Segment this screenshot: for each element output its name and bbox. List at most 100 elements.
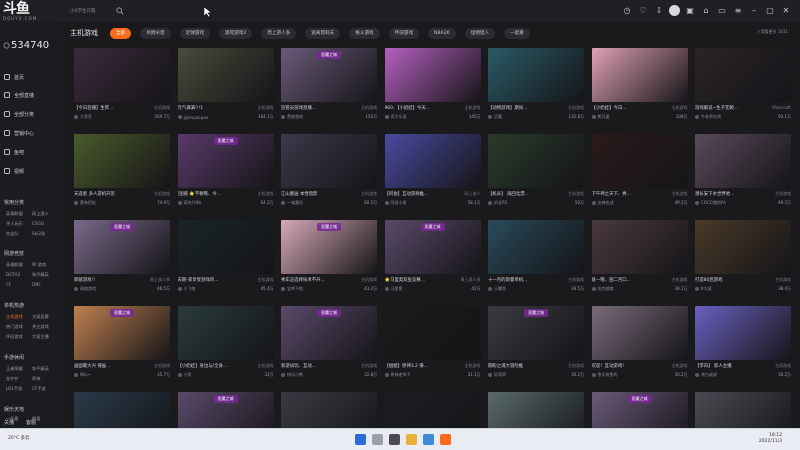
streamer[interactable]: 坦克娘娘 [591, 286, 614, 292]
streamer[interactable]: 奇才乐语 [384, 114, 407, 120]
file-explorer-icon[interactable] [406, 434, 417, 445]
sidebar-item-fishbar[interactable]: 鱼吧 [4, 147, 24, 157]
stream-title[interactable]: 监管员游戏直播... [281, 105, 316, 111]
stream-thumbnail[interactable] [281, 134, 377, 188]
group-title[interactable]: 网游竞技 [4, 250, 24, 257]
streamer[interactable]: 小伊 [177, 372, 192, 378]
system-clock[interactable]: 18:12 2022/11/3 [759, 433, 782, 445]
stream-thumbnail[interactable]: 恶魔之城 [177, 134, 274, 188]
category-tag[interactable]: 主机游戏 [672, 105, 688, 111]
stream-card[interactable]: 恶魔之城 期盼之魂大冒险推 主机游戏 好哥哥 30.2万 [488, 306, 584, 385]
category-tag[interactable]: 主机游戏 [568, 363, 584, 369]
category-tag[interactable]: 网上游人多 [150, 277, 170, 283]
sub-item-active[interactable]: 主机游戏 [6, 314, 32, 320]
stream-card[interactable]: 游戏解说~生子无赖... Minecraft 牛老师在线 93.1万 [695, 48, 791, 127]
stream-card[interactable]: 欢迎！互动游戏! 主机游戏 鱼乐有鱼的 30.2万 [591, 306, 688, 385]
stream-title[interactable]: 游戏解说~生子无赖... [695, 105, 738, 111]
stream-card[interactable]: 恶魔之城 ⭐马里奥双鱼竞赛... 周上游人多 马里奥 42万 [384, 220, 481, 299]
category-tag[interactable]: 主机游戏 [258, 191, 274, 197]
stream-card[interactable]: 【小奶娃】今日... 主机游戏 熊可爱 108万 [591, 48, 688, 127]
stream-thumbnail[interactable] [591, 306, 688, 360]
stream-thumbnail[interactable] [384, 134, 481, 188]
stream-thumbnail[interactable] [488, 48, 584, 102]
stream-thumbnail[interactable] [177, 306, 274, 360]
search-icon[interactable] [116, 7, 124, 15]
stream-thumbnail[interactable] [177, 220, 274, 274]
stream-title[interactable]: 新献游戏!! [74, 277, 95, 283]
stream-title[interactable]: 【李白】 新人主播 [695, 363, 732, 369]
stream-title[interactable]: 江山墨画 本性暗影 [281, 191, 318, 197]
stream-thumbnail[interactable] [177, 48, 274, 102]
stream-thumbnail[interactable] [74, 134, 170, 188]
category-tag[interactable]: 主机游戏 [568, 105, 584, 111]
tab-category[interactable]: 怪物猎人 [464, 27, 496, 39]
tab-category[interactable]: 怀旧游戏 [388, 27, 420, 39]
maximize-icon[interactable]: ▢ [764, 4, 776, 16]
stream-card[interactable]: 恶魔之城 秀车应选择技术不开... 主机游戏 宝鸡下航 43.2万 [281, 220, 377, 299]
streamer[interactable]: 啊lu~ [74, 372, 91, 378]
sub-item[interactable]: 文娱竞赛 [32, 314, 58, 320]
douyu-taskbar-icon[interactable] [440, 434, 451, 445]
stream-thumbnail[interactable]: 恶魔之城 [384, 220, 481, 274]
streamer[interactable]: 沉寞 [488, 114, 502, 120]
stream-thumbnail[interactable]: 恶魔之城 [281, 220, 377, 274]
windows-start-icon[interactable] [355, 434, 366, 445]
stream-title[interactable]: 960、【小奶娃】今天... [385, 105, 431, 111]
stream-title[interactable]: 【机长】 再回北漂... [488, 191, 529, 197]
stream-card[interactable]: 江山墨画 本性暗影 主机游戏 一笔墨风 60.5万 [281, 134, 377, 213]
stream-title[interactable]: 天选者 多人游机开荒 [74, 191, 115, 197]
stream-title[interactable]: 画面暖大兴 帰画... [74, 363, 110, 369]
streamer[interactable]: 快乐小鸭 [281, 372, 303, 378]
support-button[interactable]: 客服 [26, 419, 36, 426]
sub-item[interactable]: 英雄联盟 [6, 262, 32, 268]
streamer[interactable]: 阿伯小哥 [384, 200, 407, 206]
sub-item[interactable]: 交友队 [6, 231, 32, 237]
edge-icon[interactable] [423, 434, 434, 445]
shirt-icon[interactable]: ⌂ [700, 4, 712, 16]
stream-card[interactable]: 下午神之天下、秀... 主机游戏 出神也战 49.2万 [591, 134, 688, 213]
streamer[interactable]: pjzmpaopao [177, 115, 208, 120]
sub-item[interactable]: 和平精英 [32, 366, 58, 372]
stream-thumbnail[interactable]: 恶魔之城 [74, 220, 170, 274]
group-title[interactable]: 常用分类 [4, 199, 24, 206]
category-tag[interactable]: 主机游戏 [361, 277, 377, 283]
group-title[interactable]: 娱乐天地 [4, 406, 24, 413]
stream-title[interactable]: 元气满满!!!1 [178, 105, 204, 111]
sub-item[interactable]: 王者荣耀 [6, 366, 32, 372]
stream-thumbnail[interactable] [695, 220, 791, 274]
stream-card[interactable]: 去期-来享受游戏的... 主机游戏 小飞侠 45.4万 [177, 220, 274, 299]
streamer[interactable]: 马里奥 [384, 286, 403, 292]
close-icon[interactable]: ✕ [780, 4, 792, 16]
category-tag[interactable]: 主机游戏 [775, 277, 791, 283]
stream-title[interactable]: 新游试玩、互动... [281, 363, 316, 369]
stream-thumbnail[interactable] [695, 134, 791, 188]
streamer[interactable]: 大发狂 [74, 114, 92, 120]
search-input[interactable]: 小6学生只帮 [70, 8, 95, 14]
streamer[interactable]: 宝鸡下航 [281, 286, 303, 292]
tab-category[interactable]: 黑死游戏2 [218, 27, 253, 39]
sub-item[interactable]: CF手游 [32, 386, 58, 392]
stream-title[interactable]: 【姐姐】原神3.2 帰... [385, 363, 428, 369]
stream-card[interactable]: 【今日首播】生死... 主机游戏 大发狂 269.7万 [74, 48, 170, 127]
stream-card[interactable]: 打造80后游戏 主机游戏 K大叔 38.4万 [695, 220, 791, 299]
stream-title[interactable]: 期盼之魂大冒险推 [488, 363, 523, 369]
stream-title[interactable]: 欢迎！互动游戏! [592, 363, 625, 369]
category-tag[interactable]: 周上游人多 [461, 277, 481, 283]
stream-card[interactable]: 恶魔之城 监管员游戏直播... 主机游戏 黑夜游戏 150万 [281, 48, 377, 127]
tab-category[interactable]: 逃离塔科夫 [305, 27, 341, 39]
stream-title[interactable]: ⭐马里奥双鱼竞赛... [385, 277, 425, 283]
sub-item[interactable]: 关注游戏 [32, 324, 58, 330]
tab-category[interactable]: 足球游戏 [179, 27, 210, 39]
category-tag[interactable]: 主机游戏 [775, 191, 791, 197]
streamer[interactable]: 李白叔叔 [695, 372, 717, 378]
sub-item[interactable]: 怀旧游戏 [6, 334, 32, 340]
category-tag[interactable]: 主机游戏 [672, 191, 688, 197]
stream-thumbnail[interactable] [591, 48, 688, 102]
stream-card[interactable]: 【阿伯】互动游戏推... 网上游人 阿伯小哥 58.1万 [384, 134, 481, 213]
category-tag[interactable]: 主机游戏 [465, 363, 481, 369]
streamer[interactable]: 机长RS [488, 200, 507, 206]
stream-card[interactable]: 【小奶娃】身边与/全身... 主机游戏 小伊 33万 [177, 306, 274, 385]
stream-title[interactable]: 十一月的斯曼单机... [488, 277, 527, 283]
sub-item[interactable]: 寻人玩乐 [6, 221, 32, 227]
stream-card[interactable]: 【机长】 再回北漂... 主机游戏 机长RS 50万 [488, 134, 584, 213]
